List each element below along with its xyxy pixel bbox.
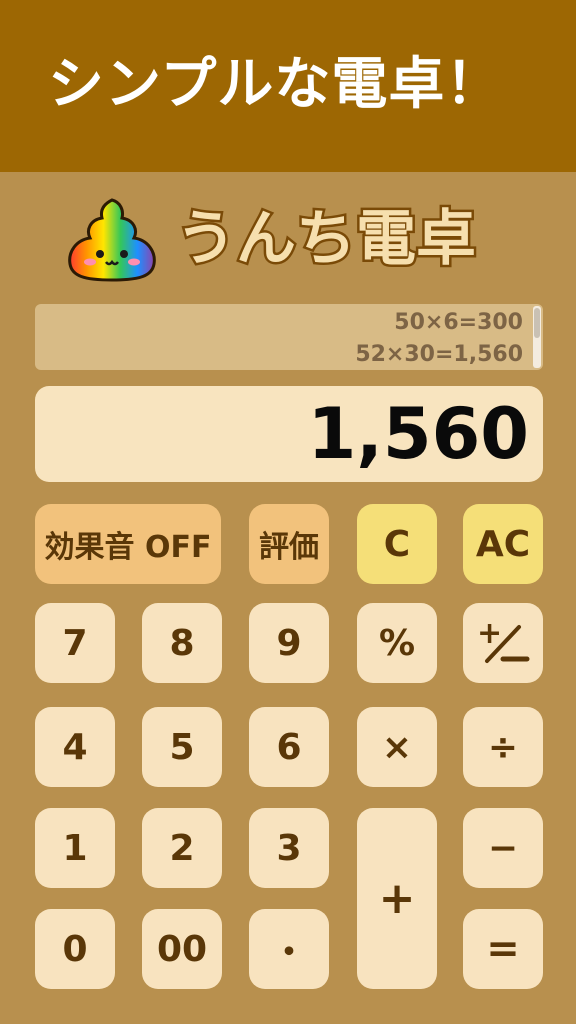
decimal-point-button[interactable]: ・: [249, 909, 329, 989]
plus-minus-icon: +: [477, 616, 530, 663]
equals-button[interactable]: =: [463, 909, 543, 989]
digit-0-button[interactable]: 0: [35, 909, 115, 989]
top-banner: シンプルな電卓！: [0, 0, 576, 172]
add-button[interactable]: +: [357, 808, 437, 989]
plus-minus-button[interactable]: +: [463, 603, 543, 683]
history-line: 50×6=300: [394, 310, 523, 335]
all-clear-button[interactable]: AC: [463, 504, 543, 584]
multiply-button[interactable]: ×: [357, 707, 437, 787]
digit-6-button[interactable]: 6: [249, 707, 329, 787]
double-zero-button[interactable]: 00: [142, 909, 222, 989]
divide-button[interactable]: ÷: [463, 707, 543, 787]
app-title: うんち電卓: [174, 202, 479, 277]
digit-1-button[interactable]: 1: [35, 808, 115, 888]
history-panel[interactable]: 50×6=300 52×30=1,560: [35, 304, 543, 370]
digit-3-button[interactable]: 3: [249, 808, 329, 888]
digit-2-button[interactable]: 2: [142, 808, 222, 888]
sound-toggle-button[interactable]: 効果音 OFF: [35, 504, 221, 584]
rainbow-poop-icon: [68, 198, 156, 282]
digit-4-button[interactable]: 4: [35, 707, 115, 787]
percent-button[interactable]: %: [357, 603, 437, 683]
banner-title: シンプルな電卓！: [48, 52, 503, 117]
svg-text:+: +: [477, 616, 502, 651]
digit-8-button[interactable]: 8: [142, 603, 222, 683]
rate-button[interactable]: 評価: [249, 504, 329, 584]
history-line: 52×30=1,560: [355, 342, 523, 367]
subtract-button[interactable]: −: [463, 808, 543, 888]
history-scrollbar[interactable]: [533, 306, 541, 368]
display-value: 1,560: [307, 393, 529, 475]
result-display: 1,560: [35, 386, 543, 482]
digit-7-button[interactable]: 7: [35, 603, 115, 683]
digit-5-button[interactable]: 5: [142, 707, 222, 787]
digit-9-button[interactable]: 9: [249, 603, 329, 683]
clear-button[interactable]: C: [357, 504, 437, 584]
scrollbar-thumb[interactable]: [534, 308, 540, 338]
